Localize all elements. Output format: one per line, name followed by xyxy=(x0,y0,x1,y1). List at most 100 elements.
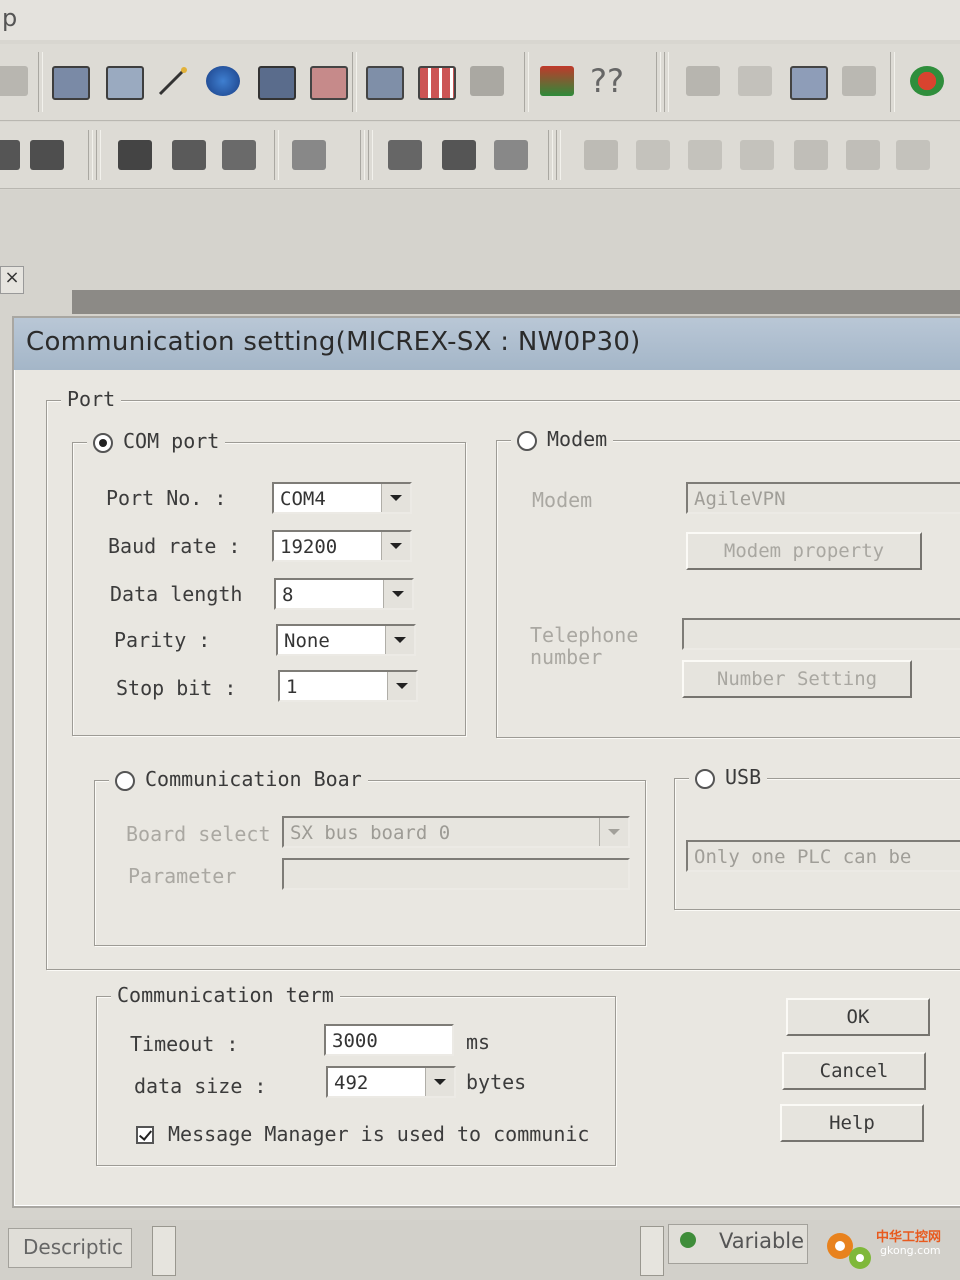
upload-icon[interactable] xyxy=(738,66,772,96)
help-button[interactable]: Help xyxy=(780,1104,924,1142)
func2-icon[interactable] xyxy=(846,140,880,170)
timeout-field[interactable]: 3000 xyxy=(324,1024,454,1056)
align-bar-icon[interactable] xyxy=(442,140,476,170)
watermark-logo: 中华工控网 gkong.com xyxy=(820,1222,960,1276)
ladder-toolbar xyxy=(0,122,960,189)
bottom-panel xyxy=(0,1220,960,1280)
communication-term-legend: Communication term xyxy=(111,983,340,1007)
grid-icon[interactable] xyxy=(418,66,456,100)
toolbar-separator xyxy=(360,130,365,180)
communication-board-radio[interactable] xyxy=(115,770,135,791)
document-icon[interactable] xyxy=(494,140,528,170)
telephone-number-field[interactable] xyxy=(682,618,960,650)
wand-icon[interactable] xyxy=(156,66,190,96)
contact-nc-icon[interactable] xyxy=(636,140,670,170)
chart-window-icon[interactable] xyxy=(310,66,348,100)
monitor-icon[interactable] xyxy=(258,66,296,100)
download-icon[interactable] xyxy=(686,66,720,96)
variable-icon xyxy=(680,1232,696,1248)
verify-icon[interactable] xyxy=(842,66,876,96)
com-port-radio[interactable] xyxy=(93,432,113,453)
stop-bit-label: Stop bit : xyxy=(116,676,237,700)
chevron-down-icon[interactable] xyxy=(599,818,628,846)
contact-no-icon[interactable] xyxy=(584,140,618,170)
toolbar-separator xyxy=(274,130,279,180)
parity-select[interactable]: None xyxy=(276,624,416,656)
timeout-label: Timeout : xyxy=(130,1032,239,1056)
scrollbar[interactable] xyxy=(152,1226,176,1276)
toolbar-separator xyxy=(368,130,373,180)
tree-icon[interactable] xyxy=(118,140,152,170)
modem-field[interactable]: AgileVPN xyxy=(686,482,960,514)
port-legend: Port xyxy=(61,387,122,411)
window-icon[interactable] xyxy=(106,66,144,100)
parameter-field[interactable] xyxy=(282,858,630,890)
data-length-select[interactable]: 8 xyxy=(274,578,414,610)
data-size-unit: bytes xyxy=(466,1070,527,1094)
modem-property-button[interactable]: Modem property xyxy=(686,532,922,570)
coil2-icon[interactable] xyxy=(740,140,774,170)
usb-radio-label[interactable]: USB xyxy=(689,765,768,789)
chevron-down-icon[interactable] xyxy=(387,672,416,700)
number-setting-button[interactable]: Number Setting xyxy=(682,660,912,698)
toolbar-separator xyxy=(548,130,553,180)
toolbar-separator xyxy=(890,52,895,112)
description-tab[interactable]: Descriptic xyxy=(8,1228,132,1268)
chevron-down-icon[interactable] xyxy=(383,580,412,608)
ok-button[interactable]: OK xyxy=(786,998,930,1036)
app-title-bar: p xyxy=(0,0,960,40)
new-window-icon[interactable] xyxy=(52,66,90,100)
globe-icon[interactable] xyxy=(206,66,240,96)
modem-radio-label[interactable]: Modem xyxy=(511,427,614,451)
toolbar-separator xyxy=(656,52,661,112)
port-no-select[interactable]: COM4 xyxy=(272,482,412,514)
func-icon[interactable] xyxy=(794,140,828,170)
puzzle-icon[interactable] xyxy=(470,66,504,96)
chevron-down-icon[interactable] xyxy=(381,532,410,560)
zoom-icon[interactable] xyxy=(0,66,28,96)
scrollbar[interactable] xyxy=(640,1226,664,1276)
align-left-icon[interactable] xyxy=(388,140,422,170)
network-icon[interactable] xyxy=(222,140,256,170)
port-no-label: Port No. : xyxy=(106,486,227,510)
communication-board-radio-label[interactable]: Communication Boar xyxy=(109,767,368,791)
branch-icon[interactable] xyxy=(292,140,326,170)
watermark-url: gkong.com xyxy=(880,1244,941,1257)
help-icon[interactable]: ?? xyxy=(590,62,624,100)
board-select-select[interactable]: SX bus board 0 xyxy=(282,816,630,848)
close-icon[interactable]: × xyxy=(0,266,24,294)
data-size-select[interactable]: 492 xyxy=(326,1066,456,1098)
refresh-icon[interactable] xyxy=(910,66,944,96)
usb-radio[interactable] xyxy=(695,768,715,789)
block2-icon[interactable] xyxy=(30,140,64,170)
toolbar-separator xyxy=(664,52,669,112)
cascade-icon[interactable] xyxy=(366,66,404,100)
toolbar-separator xyxy=(96,130,101,180)
chevron-down-icon[interactable] xyxy=(385,626,414,654)
toolbar-separator xyxy=(352,52,357,112)
pencil-tool-icon[interactable] xyxy=(540,66,574,96)
jump-icon[interactable] xyxy=(896,140,930,170)
modem-radio[interactable] xyxy=(517,430,537,451)
stop-bit-select[interactable]: 1 xyxy=(278,670,418,702)
data-size-label: data size : xyxy=(134,1074,267,1098)
toolbar-separator xyxy=(524,52,529,112)
message-manager-label[interactable]: Message Manager is used to communic xyxy=(168,1122,589,1146)
cancel-button[interactable]: Cancel xyxy=(782,1052,926,1090)
com-port-radio-label[interactable]: COM port xyxy=(87,429,226,453)
message-manager-checkbox[interactable] xyxy=(136,1126,154,1144)
chevron-down-icon[interactable] xyxy=(425,1068,454,1096)
block-icon[interactable] xyxy=(0,140,20,170)
baud-rate-select[interactable]: 19200 xyxy=(272,530,412,562)
toolbar-separator xyxy=(556,130,561,180)
compare-icon[interactable] xyxy=(790,66,828,100)
parameter-label: Parameter xyxy=(128,864,237,888)
block3-icon[interactable] xyxy=(172,140,206,170)
coil-icon[interactable] xyxy=(688,140,722,170)
watermark-text: 中华工控网 xyxy=(876,1230,942,1245)
dialog-titlebar[interactable]: Communication setting(MICREX-SX : NW0P30… xyxy=(14,318,960,370)
baud-rate-label: Baud rate : xyxy=(108,534,241,558)
chevron-down-icon[interactable] xyxy=(381,484,410,512)
parity-label: Parity : xyxy=(114,628,211,652)
toolbar-separator xyxy=(88,130,93,180)
